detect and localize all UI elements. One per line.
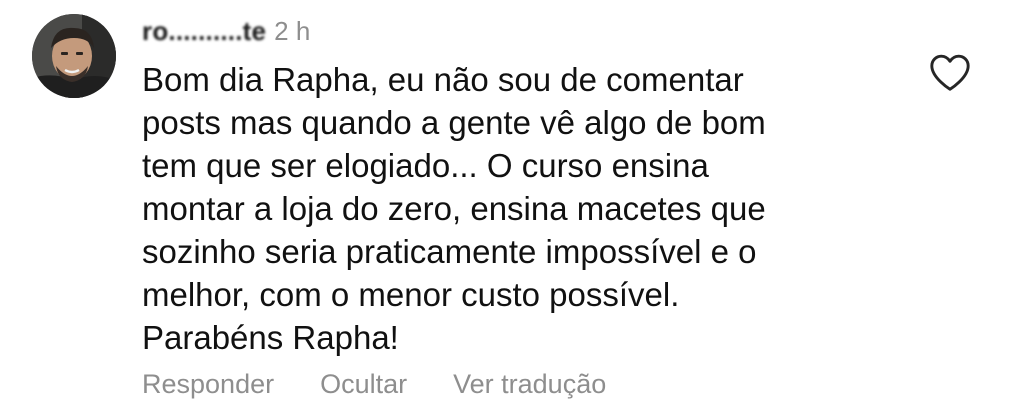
- hide-button[interactable]: Ocultar: [320, 369, 407, 400]
- comment-header: ro..........te 2 h: [142, 14, 310, 48]
- heart-outline-icon: [930, 54, 970, 91]
- like-button[interactable]: [928, 52, 972, 92]
- avatar[interactable]: [32, 14, 116, 98]
- username[interactable]: ro..........te: [142, 16, 266, 47]
- comment-text: Bom dia Rapha, eu não sou de comentar po…: [142, 61, 766, 356]
- reply-button[interactable]: Responder: [142, 369, 274, 400]
- comment: ro..........te 2 h Bom dia Rapha, eu não…: [0, 0, 1024, 418]
- timestamp: 2 h: [274, 15, 311, 46]
- translate-button[interactable]: Ver tradução: [453, 369, 606, 400]
- comment-actions: Responder Ocultar Ver tradução: [142, 369, 652, 400]
- avatar-photo: [32, 14, 116, 98]
